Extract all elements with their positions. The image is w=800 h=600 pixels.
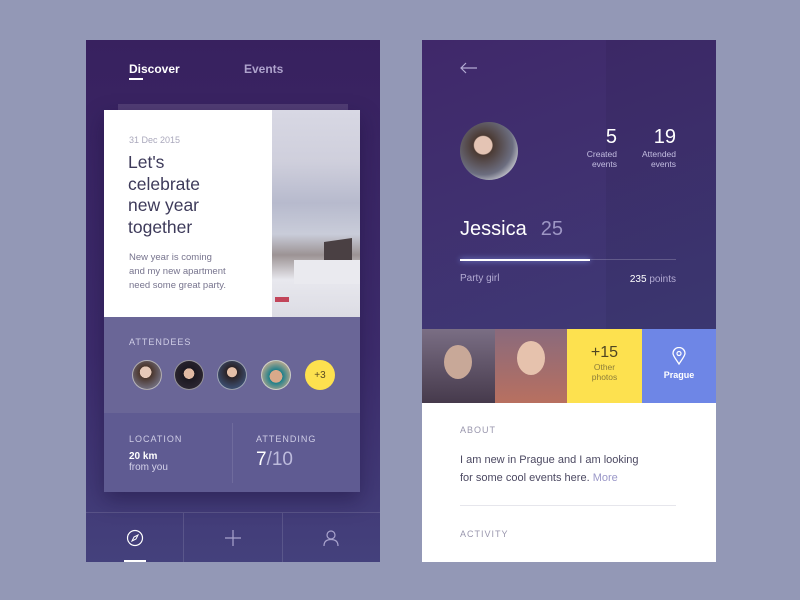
attendees-section: ATTENDEES +3 bbox=[104, 317, 360, 413]
profile-screen: 5 Created events 19 Attended events Jess… bbox=[422, 40, 716, 562]
profile-age: 25 bbox=[540, 218, 563, 240]
active-nav-indicator bbox=[124, 560, 146, 562]
avatar[interactable] bbox=[132, 360, 162, 390]
profile-points: 235 points bbox=[629, 274, 676, 285]
event-title: Let's celebrate new year together bbox=[128, 152, 200, 237]
plus-icon bbox=[224, 529, 241, 546]
avatar[interactable] bbox=[174, 360, 204, 390]
divider bbox=[460, 505, 676, 506]
attending-value: 7/10 bbox=[256, 449, 293, 470]
event-info-section: LOCATION 20 km from you ATTENDING 7/10 bbox=[104, 413, 360, 492]
profile-name-row: Jessica 25 bbox=[460, 218, 563, 241]
activity-label: ACTIVITY bbox=[460, 529, 509, 539]
location-pin-icon bbox=[672, 346, 686, 366]
avatar[interactable] bbox=[261, 360, 291, 390]
nav-profile[interactable] bbox=[283, 513, 380, 562]
profile-name: Jessica bbox=[460, 218, 527, 240]
profile-header: 5 Created events 19 Attended events Jess… bbox=[422, 40, 716, 329]
nav-add[interactable] bbox=[184, 513, 283, 562]
more-attendees-badge[interactable]: +3 bbox=[305, 360, 335, 390]
nav-discover[interactable] bbox=[86, 513, 185, 562]
tab-discover[interactable]: Discover bbox=[129, 62, 180, 76]
profile-title: Party girl bbox=[460, 273, 500, 284]
photo-thumb[interactable] bbox=[422, 329, 495, 403]
event-date: 31 Dec 2015 bbox=[129, 135, 181, 145]
points-progress bbox=[460, 258, 676, 261]
attendees-label: ATTENDEES bbox=[129, 337, 192, 347]
compass-icon bbox=[126, 529, 143, 546]
tab-events[interactable]: Events bbox=[244, 62, 283, 76]
avatar[interactable] bbox=[217, 360, 247, 390]
location-sub: from you bbox=[129, 462, 168, 473]
event-card[interactable]: 31 Dec 2015 Let's celebrate new year togeth… bbox=[104, 110, 360, 492]
about-text: I am new in Prague and I am looking for … bbox=[460, 454, 639, 484]
discover-screen: Discover Events 31 Dec 2015 Let's celebra… bbox=[86, 40, 380, 562]
location-tile[interactable]: Prague bbox=[642, 329, 716, 403]
active-tab-indicator bbox=[129, 78, 143, 80]
event-description: New year is coming and my new apartment ne… bbox=[129, 252, 226, 291]
stat-attended: 19 Attended events bbox=[641, 126, 676, 169]
stat-created: 5 Created events bbox=[586, 126, 617, 169]
about-label: ABOUT bbox=[460, 425, 497, 435]
profile-avatar[interactable] bbox=[460, 122, 518, 180]
more-link[interactable]: More bbox=[593, 472, 618, 484]
attending-label: ATTENDING bbox=[256, 434, 317, 444]
location-label: LOCATION bbox=[129, 434, 183, 444]
location-value: 20 km bbox=[129, 451, 158, 462]
bottom-nav bbox=[86, 512, 380, 562]
arrow-left-icon[interactable] bbox=[460, 62, 478, 74]
more-photos-tile[interactable]: +15 Other photos bbox=[567, 329, 642, 403]
user-icon bbox=[323, 529, 339, 546]
photo-thumb[interactable] bbox=[495, 329, 567, 403]
event-photo bbox=[272, 110, 360, 317]
